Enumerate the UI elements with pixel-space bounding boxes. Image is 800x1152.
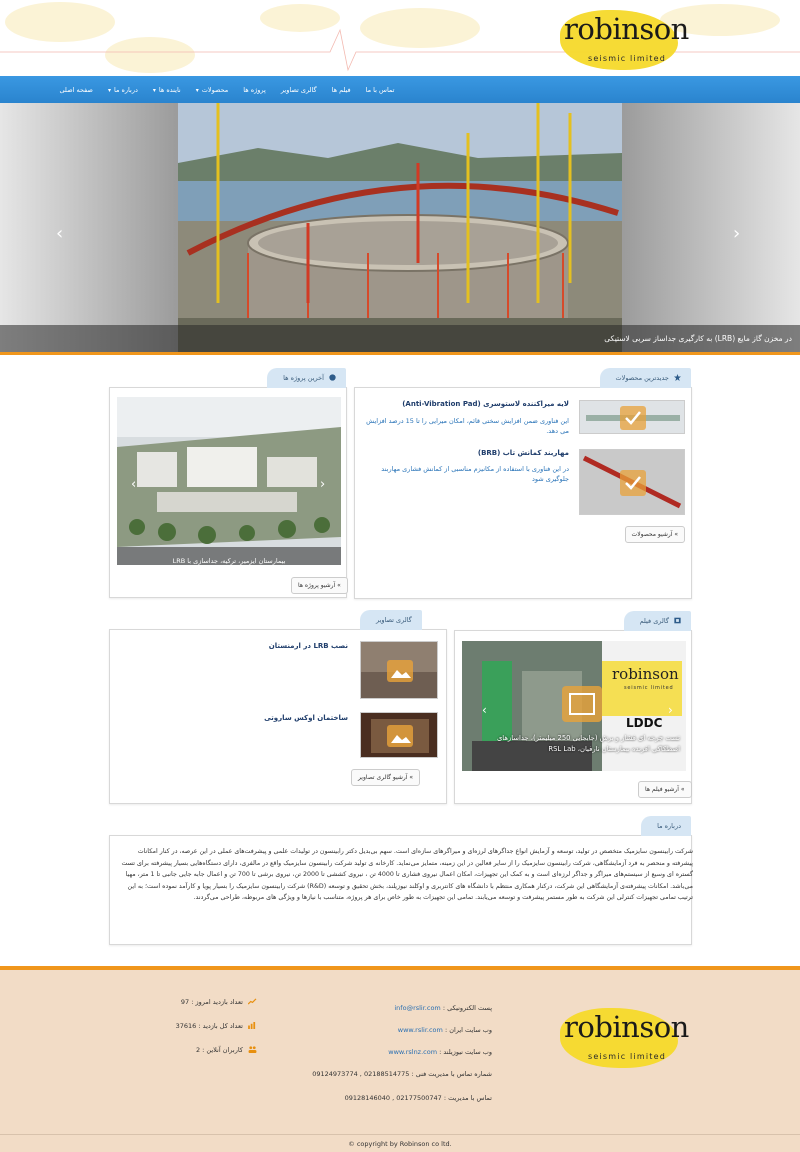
gallery-title-oaks[interactable]: ساختمان اوکس ساروتی: [264, 714, 348, 722]
circle-icon: [329, 374, 336, 381]
footer-site-nz: وب سایت نیوزیلند : www.rslnz.com: [388, 1048, 492, 1056]
nav-item-7[interactable]: تماس با ما: [358, 86, 402, 94]
nav-item-5[interactable]: گالری تصاویر: [273, 86, 324, 94]
video-next-button[interactable]: ›: [668, 703, 673, 717]
copyright: © copyright by Robinson co ltd.: [0, 1134, 800, 1152]
projects-tab[interactable]: آخرین پروژه ها: [267, 368, 346, 388]
video-gallery-panel: گالری فیلم robinson seismic limited LDDC…: [454, 611, 692, 804]
footer-email: پست الکترونیکی : info@rslir.com: [394, 1004, 492, 1012]
site-iran-link[interactable]: www.rslir.com: [398, 1026, 443, 1034]
nav-item-1[interactable]: درباره ما▾: [100, 86, 145, 94]
projects-archive-button[interactable]: » آرشیو پروژه ها: [291, 577, 348, 594]
chevron-down-icon: ▾: [152, 86, 156, 94]
chevron-down-icon: ▾: [107, 86, 111, 94]
footer-site-iran: وب سایت ایران : www.rslir.com: [397, 1026, 492, 1034]
project-caption: بیمارستان ایزمیر، ترکیه، جداسازی با LRB: [117, 547, 341, 565]
products-tab[interactable]: جدیدترین محصولات: [599, 368, 691, 388]
nav-item-0[interactable]: صفحه اصلی: [52, 86, 100, 94]
videos-archive-button[interactable]: » آرشیو فیلم ها: [638, 781, 692, 798]
projects-panel: آخرین پروژه ها ‹ › بیمارستان ایزمیر، ترک…: [109, 368, 348, 598]
stat-total: تعداد کل بازدید : 37616: [176, 1022, 257, 1030]
gallery-archive-button[interactable]: » آرشیو گالری تصاویر: [351, 769, 420, 786]
product-thumb-avp[interactable]: [579, 400, 685, 434]
photo-gallery-panel: گالری تصاویر نصب LRB در ارمنستان ساختمان…: [109, 610, 447, 804]
products-archive-button[interactable]: » آرشیو محصولات: [624, 526, 685, 543]
slider-next-button[interactable]: ›: [733, 223, 740, 244]
chevron-down-icon: ▾: [195, 86, 199, 94]
project-image-izmir-hospital[interactable]: ‹ › بیمارستان ایزمیر، ترکیه، جداسازی با …: [117, 397, 341, 565]
footer-phone-tech: شماره تماس با مدیریت فنی : 02188514775 ,…: [312, 1070, 492, 1078]
stat-online: کاربران آنلاین : 2: [196, 1046, 257, 1054]
product-desc-brb: در این فناوری با استفاده از مکانیزم مناس…: [381, 465, 569, 483]
slide-image-lng-tank: [178, 103, 622, 352]
video-overlay-code: LDDC: [626, 716, 663, 730]
project-prev-button[interactable]: ‹: [131, 477, 136, 492]
products-panel: جدیدترین محصولات لایه میراکننده لاستوسری…: [354, 368, 692, 599]
video-caption: تست چرخه ای فشار و برش (جابجایی 250 میلی…: [496, 734, 680, 753]
gallery-title-armenia[interactable]: نصب LRB در ارمنستان: [269, 642, 348, 650]
footer-accent-line: [0, 966, 800, 970]
accent-divider: [0, 352, 800, 355]
hero-slider: ‹ › به کارگیری جداساز سربی لاستیکی (LRB)…: [0, 103, 800, 352]
footer-logo[interactable]: robinson seismic limited: [556, 1002, 689, 1070]
product-title-avp[interactable]: لایه میراکننده لاستوسری (Anti-Vibration …: [402, 400, 569, 408]
video-thumbnail[interactable]: robinson seismic limited LDDC ‹ › تست چر…: [462, 641, 686, 771]
about-text: شرکت رابینسون سایزمیک متخصص در تولید، تو…: [121, 848, 693, 902]
site-header: robinson seismic limited: [0, 0, 800, 76]
video-overlay-brand: robinson: [612, 665, 679, 683]
nav-item-2[interactable]: ناینده ها▾: [145, 86, 188, 94]
stat-today: تعداد بازدید امروز : 97: [181, 998, 257, 1006]
users-icon: [248, 1046, 257, 1053]
about-panel: درباره ما شرکت رابینسون سایزمیک متخصص در…: [109, 816, 693, 945]
nav-item-6[interactable]: فیلم ها: [324, 86, 358, 94]
nav-item-4[interactable]: پروژه ها: [236, 86, 274, 94]
about-tab[interactable]: درباره ما: [641, 816, 691, 836]
product-title-brb[interactable]: مهاربند کمانش تاب (BRB): [478, 449, 569, 457]
gallery-tab[interactable]: گالری تصاویر: [360, 610, 422, 630]
footer-phone-manager: تماس با مدیریت : 02177500747 , 091281460…: [344, 1094, 492, 1102]
video-overlay-sub: seismic limited: [624, 685, 674, 691]
product-thumb-brb[interactable]: [579, 449, 685, 515]
robinson-logo[interactable]: robinson seismic limited: [556, 4, 689, 72]
gallery-thumb-armenia[interactable]: [360, 641, 438, 699]
bar-chart-icon: [248, 1022, 256, 1029]
slide-caption: به کارگیری جداساز سربی لاستیکی (LRB) در …: [0, 325, 800, 352]
project-next-button[interactable]: ›: [320, 477, 325, 492]
site-nz-link[interactable]: www.rslnz.com: [388, 1048, 437, 1056]
email-link[interactable]: info@rslir.com: [394, 1004, 440, 1012]
chart-line-icon: [247, 998, 257, 1005]
gallery-thumb-oaks[interactable]: [360, 712, 438, 758]
star-icon: [674, 374, 681, 381]
main-navbar: صفحه اصلی درباره ما▾ ناینده ها▾ محصولات▾ پرو…: [0, 76, 800, 103]
video-prev-button[interactable]: ‹: [482, 703, 487, 717]
film-icon: [674, 617, 681, 624]
slider-prev-button[interactable]: ‹: [56, 223, 63, 244]
site-footer: robinson seismic limited پست الکترونیکی …: [0, 966, 800, 1152]
nav-item-3[interactable]: محصولات▾: [188, 86, 236, 94]
videos-tab[interactable]: گالری فیلم: [623, 611, 691, 631]
product-desc-avp: این فناوری ضمن افزایش سختی قائم، امکان م…: [366, 417, 569, 435]
